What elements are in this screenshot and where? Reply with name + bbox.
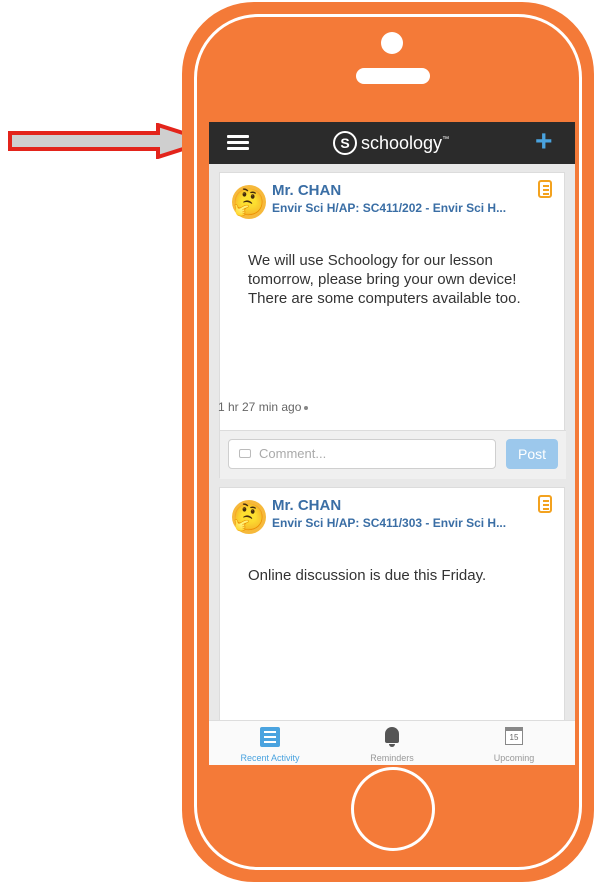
app-screen: S schoology ™ + 🤔 Mr. CHAN Envir Sci H/A… [209, 122, 575, 765]
comment-icon [239, 449, 251, 458]
post-author[interactable]: Mr. CHAN [272, 497, 341, 514]
tab-reminders[interactable]: Reminders [331, 721, 453, 765]
tab-upcoming[interactable]: 15 Upcoming [453, 721, 575, 765]
home-button[interactable] [351, 767, 435, 851]
hamburger-menu-icon[interactable] [227, 135, 249, 151]
logo-trademark: ™ [442, 136, 450, 143]
notebook-icon [538, 180, 552, 198]
tab-label: Upcoming [493, 753, 535, 763]
phone-camera [381, 32, 403, 54]
post-author[interactable]: Mr. CHAN [272, 182, 341, 199]
tab-label: Recent Activity [240, 753, 300, 763]
post-body: Online discussion is due this Friday. [248, 567, 487, 584]
list-icon [260, 727, 280, 747]
post-button[interactable]: Post [506, 439, 558, 469]
add-icon[interactable]: + [535, 126, 553, 158]
thinking-face-avatar: 🤔 [232, 185, 266, 219]
calendar-icon: 15 [505, 727, 523, 745]
phone-speaker [356, 68, 430, 84]
post-section[interactable]: Envir Sci H/AP: SC411/303 - Envir Sci H.… [272, 516, 542, 530]
logo-s-icon: S [333, 131, 357, 155]
comment-input[interactable]: Comment... [228, 439, 496, 469]
notebook-icon [538, 495, 552, 513]
thinking-face-avatar: 🤔 [232, 500, 266, 534]
post-section[interactable]: Envir Sci H/AP: SC411/202 - Envir Sci H.… [272, 201, 542, 215]
post-time: 1 hr 27 min ago [218, 400, 309, 414]
tab-recent-activity[interactable]: Recent Activity [209, 721, 331, 765]
bell-icon [385, 727, 399, 747]
bottom-tab-bar: Recent Activity Reminders 15 Upcoming [209, 720, 575, 765]
tab-label: Reminders [370, 753, 414, 763]
comment-bar: Comment... Post [220, 430, 566, 479]
post-card: 🤔 Mr. CHAN Envir Sci H/AP: SC411/202 - E… [218, 172, 566, 479]
top-bar: S schoology ™ + [209, 122, 575, 164]
post-body: We will use Schoology for our lesson tom… [248, 252, 521, 307]
logo-text: schoology [361, 132, 443, 153]
app-logo: S schoology ™ [333, 130, 449, 156]
